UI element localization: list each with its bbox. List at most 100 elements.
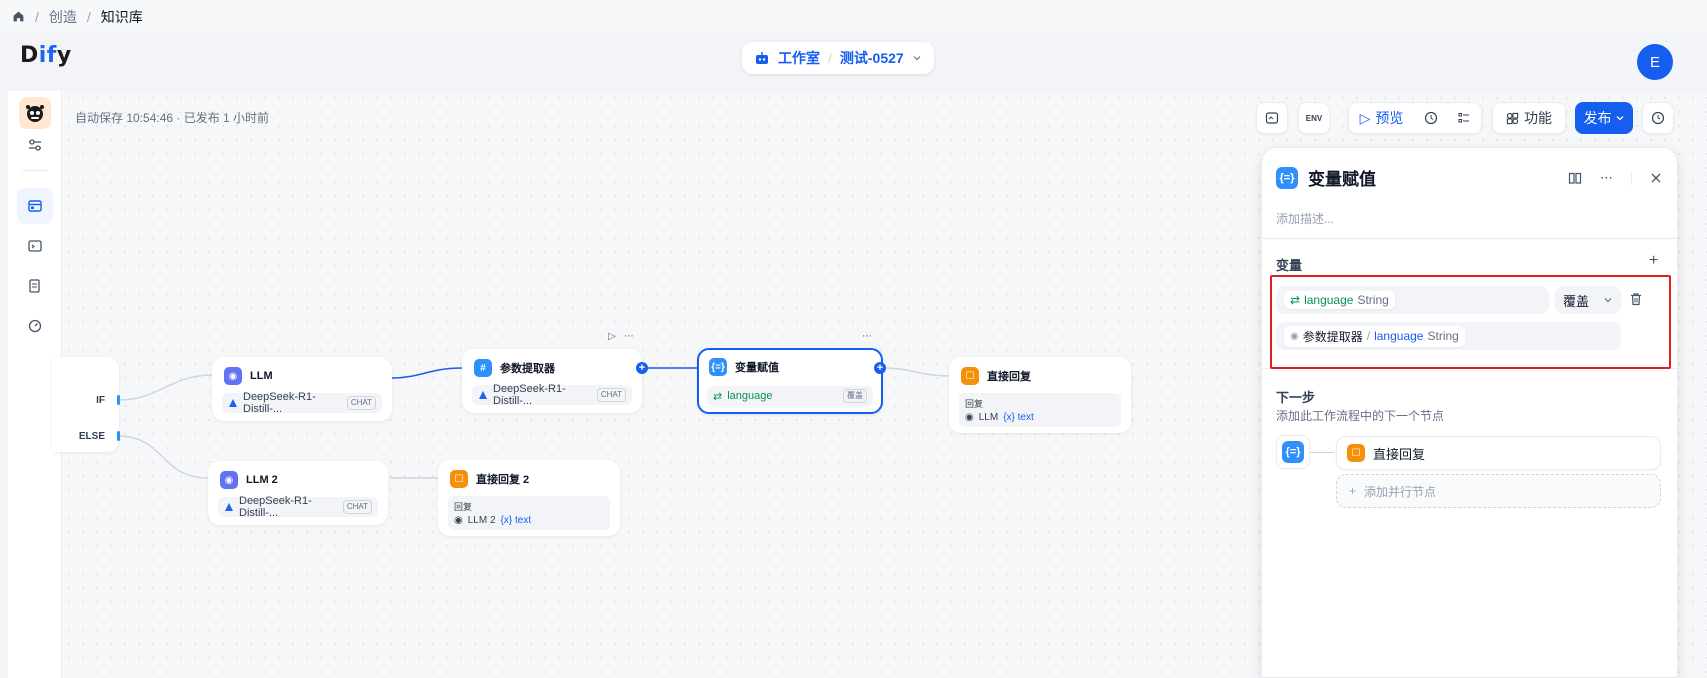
chat-tag: CHAT bbox=[346, 396, 376, 410]
current-node-block: {=} bbox=[1276, 435, 1310, 469]
features-inner: 功能 bbox=[1493, 103, 1565, 133]
mode-tag: 覆盖 bbox=[843, 389, 867, 403]
node-header: # 参数提取器 bbox=[474, 359, 555, 377]
reply-source: LLM bbox=[978, 412, 999, 423]
node-header: ☐ 直接回复 2 bbox=[450, 470, 529, 488]
variable-name: language bbox=[727, 390, 773, 402]
node-title: LLM 2 bbox=[246, 474, 278, 486]
env-button[interactable]: ENV bbox=[1298, 102, 1330, 134]
reply-var: {x} text bbox=[500, 515, 532, 526]
reply-block: 回复 ◉ LLM 2 {x} text bbox=[448, 496, 610, 530]
assign-row: ⇄ language 覆盖 bbox=[707, 386, 873, 406]
add-variable-icon[interactable]: + bbox=[1649, 252, 1658, 270]
divider bbox=[1262, 238, 1677, 239]
panel-title[interactable]: 变量赋值 bbox=[1308, 165, 1376, 190]
node-title: 变量赋值 bbox=[735, 362, 779, 374]
llm-icon: ◉ bbox=[220, 471, 238, 489]
reply-block: 回复 ◉ LLM {x} text bbox=[959, 393, 1121, 427]
panel-header: {=} 变量赋值 bbox=[1276, 165, 1376, 190]
play-icon: ▷ bbox=[1359, 109, 1371, 126]
reply-icon: ☐ bbox=[961, 367, 979, 385]
llm-node[interactable]: ◉ LLM DeepSeek-R1-Distill-... CHAT bbox=[212, 357, 392, 421]
node-actions: ▷ ⋯ bbox=[608, 331, 634, 342]
checklist-timer-icon[interactable] bbox=[1414, 103, 1448, 133]
node-config-panel: {=} 变量赋值 ⋯ 添加描述... 变量 + ⇄ language Strin… bbox=[1261, 147, 1678, 678]
features-label: 功能 bbox=[1524, 110, 1552, 126]
model-row: DeepSeek-R1-Distill-... CHAT bbox=[472, 383, 632, 407]
variable-assigner-icon: {=} bbox=[709, 358, 727, 376]
reply-label: 回复 bbox=[965, 399, 984, 409]
llm-small-icon: ◉ bbox=[454, 515, 463, 526]
reply-icon: ☐ bbox=[450, 470, 468, 488]
if-else-node[interactable]: IF ELSE bbox=[52, 357, 119, 452]
more-icon[interactable]: ⋯ bbox=[624, 331, 634, 342]
reply-var: {x} text bbox=[1003, 412, 1034, 423]
llm-small-icon: ◉ bbox=[965, 412, 974, 423]
reply-icon: ☐ bbox=[1347, 444, 1365, 462]
if-label: IF bbox=[96, 395, 105, 406]
checklist-icon[interactable] bbox=[1448, 103, 1482, 133]
add-node-plus-icon[interactable]: + bbox=[636, 362, 648, 374]
highlight-box bbox=[1270, 275, 1671, 369]
node-header: {=} 变量赋值 bbox=[709, 358, 779, 376]
reply-label: 回复 bbox=[454, 502, 473, 512]
variable-assigner-node[interactable]: {=} 变量赋值 ⇄ language 覆盖 bbox=[697, 348, 883, 414]
history-button[interactable] bbox=[1642, 102, 1674, 134]
node-title: 直接回复 bbox=[987, 371, 1031, 383]
features-icon bbox=[1506, 112, 1519, 125]
book-icon[interactable] bbox=[1568, 171, 1582, 185]
history-icon bbox=[1643, 103, 1673, 133]
llm-icon: ◉ bbox=[224, 367, 242, 385]
add-parallel-node-button[interactable]: + 添加并行节点 bbox=[1336, 474, 1661, 508]
param-extractor-node[interactable]: # 参数提取器 DeepSeek-R1-Distill-... CHAT bbox=[462, 349, 642, 413]
deepseek-icon bbox=[224, 502, 234, 512]
param-extractor-icon: # bbox=[474, 359, 492, 377]
node-header: ◉ LLM bbox=[224, 367, 273, 385]
model-name: DeepSeek-R1-Distill-... bbox=[243, 391, 316, 415]
preview-group: ▷ 预览 bbox=[1348, 102, 1482, 134]
preview-button[interactable]: ▷ 预览 bbox=[1349, 103, 1414, 133]
model-row: DeepSeek-R1-Distill-... CHAT bbox=[222, 391, 382, 415]
features-button[interactable]: 功能 bbox=[1492, 102, 1566, 134]
deepseek-icon bbox=[228, 398, 238, 408]
else-handle[interactable] bbox=[117, 431, 120, 441]
node-title: 参数提取器 bbox=[500, 363, 555, 375]
llm-2-node[interactable]: ◉ LLM 2 DeepSeek-R1-Distill-... CHAT bbox=[208, 461, 388, 525]
node-header: ◉ LLM 2 bbox=[220, 471, 278, 489]
more-icon[interactable]: ⋯ bbox=[1600, 170, 1613, 186]
node-header: ☐ 直接回复 bbox=[961, 367, 1031, 385]
divider bbox=[1631, 171, 1632, 185]
else-label: ELSE bbox=[78, 431, 105, 442]
conversation-vars-button[interactable] bbox=[1256, 102, 1288, 134]
panel-actions: ⋯ bbox=[1568, 170, 1662, 186]
preview-label: 预览 bbox=[1375, 110, 1404, 126]
publish-label: 发布 bbox=[1583, 110, 1612, 126]
plus-icon: + bbox=[1349, 484, 1357, 498]
add-parallel-label: 添加并行节点 bbox=[1364, 484, 1437, 499]
conversation-variable-icon: ⇄ bbox=[713, 390, 723, 403]
chat-tag: CHAT bbox=[596, 388, 626, 402]
deepseek-icon bbox=[478, 390, 488, 400]
next-node-item[interactable]: ☐ 直接回复 bbox=[1336, 436, 1661, 470]
close-icon[interactable] bbox=[1650, 172, 1662, 184]
add-node-plus-icon[interactable]: + bbox=[874, 362, 886, 374]
if-handle[interactable] bbox=[117, 395, 120, 405]
model-name: DeepSeek-R1-Distill-... bbox=[239, 495, 312, 519]
description-input[interactable]: 添加描述... bbox=[1276, 210, 1334, 227]
reply-source: LLM 2 bbox=[467, 515, 496, 526]
model-name: DeepSeek-R1-Distill-... bbox=[493, 383, 566, 407]
variable-assigner-icon: {=} bbox=[1276, 166, 1298, 189]
conversation-vars-icon bbox=[1257, 103, 1287, 133]
env-icon: ENV bbox=[1305, 113, 1323, 123]
variables-label: 变量 bbox=[1276, 258, 1303, 273]
next-connector bbox=[1310, 452, 1334, 453]
chevron-down-icon bbox=[1615, 113, 1625, 123]
chat-tag: CHAT bbox=[342, 500, 372, 514]
node-title: 直接回复 2 bbox=[476, 474, 530, 486]
direct-reply-2-node[interactable]: ☐ 直接回复 2 回复 ◉ LLM 2 {x} text bbox=[438, 460, 620, 536]
next-step-label: 下一步 bbox=[1276, 390, 1316, 405]
more-icon[interactable]: ⋯ bbox=[862, 331, 872, 342]
publish-button[interactable]: 发布 bbox=[1575, 102, 1633, 134]
direct-reply-node[interactable]: ☐ 直接回复 回复 ◉ LLM {x} text bbox=[949, 357, 1131, 433]
run-icon[interactable]: ▷ bbox=[608, 331, 616, 342]
